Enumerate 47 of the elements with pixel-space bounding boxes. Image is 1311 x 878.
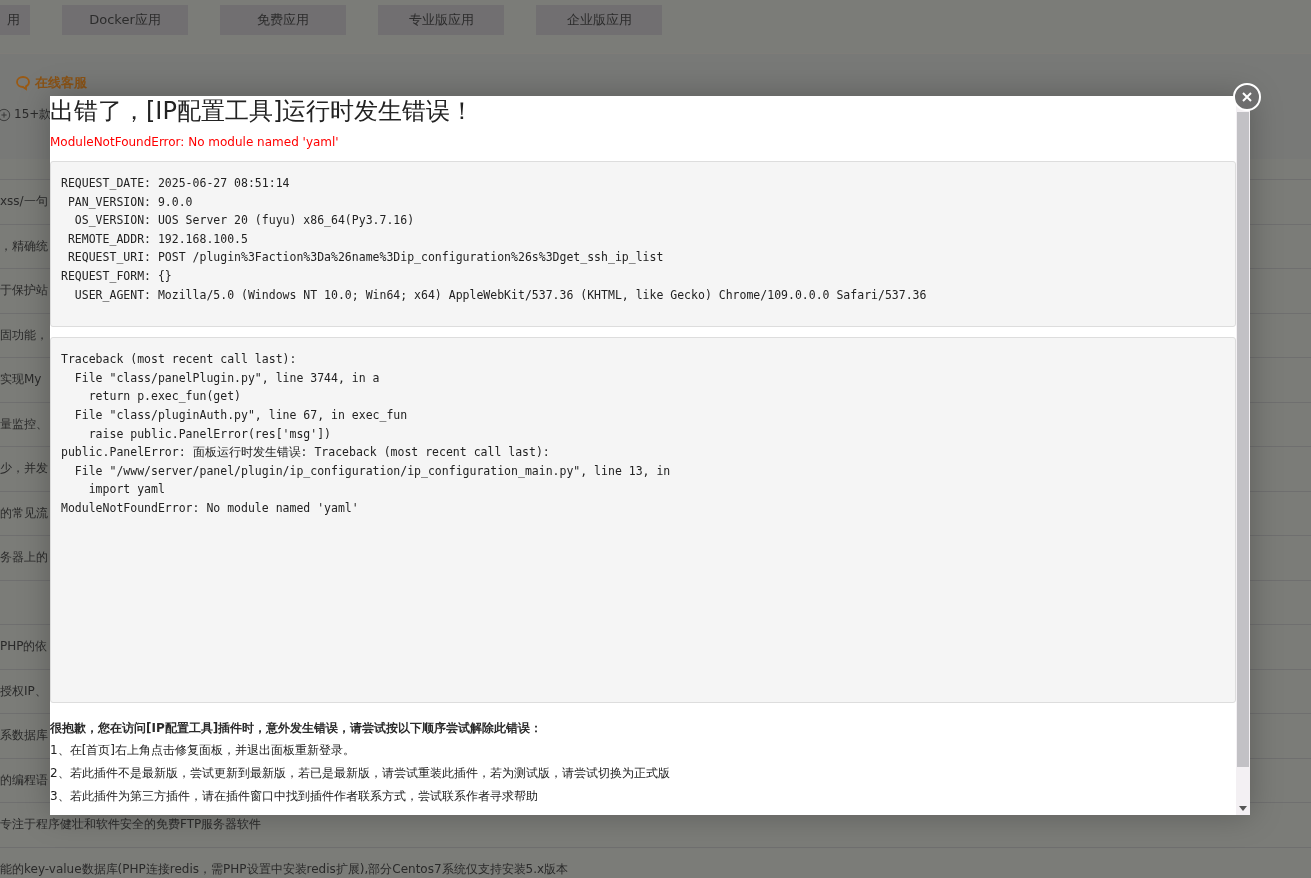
code-line: import yaml bbox=[87, 481, 166, 499]
plugin-description: 务器上的 bbox=[0, 549, 48, 567]
plugin-description: 能的key-value数据库(PHP连接redis，需PHP设置中安装redis扩展),部分Centos7系统仅支持安装5.x版本 bbox=[0, 860, 569, 878]
plugin-description: 授权IP、 bbox=[0, 682, 47, 700]
close-icon bbox=[1241, 91, 1253, 103]
plugin-description: 量监控、 bbox=[0, 415, 48, 433]
plugin-description: PHP的依 bbox=[0, 638, 48, 656]
code-line: REMOTE_ADDR: 192.168.100.5 bbox=[66, 230, 249, 248]
plugin-description: 系数据库 bbox=[0, 727, 48, 745]
plugin-description: 少，并发 bbox=[0, 460, 48, 478]
plugin-description: 的常见流 bbox=[0, 504, 48, 522]
category-tab[interactable]: 用 bbox=[0, 5, 30, 35]
plugin-description: xss/一句 bbox=[0, 193, 48, 211]
scrollbar-thumb[interactable] bbox=[1237, 112, 1249, 767]
help-heading: 很抱歉，您在访问[IP配置工具]插件时，意外发生错误，请尝试按以下顺序尝试解除此错误： bbox=[50, 720, 544, 738]
category-tab[interactable]: Docker应用 bbox=[62, 5, 188, 35]
code-line: raise public.PanelError(res['msg']) bbox=[87, 425, 333, 443]
dialog-title: 出错了，[IP配置工具]运行时发生错误！ bbox=[50, 96, 476, 126]
help-step: 2、若此插件不是最新版，尝试更新到最新版，若已是最新版，请尝试重装此插件，若为测试版，请尝试切换为正式版 bbox=[50, 762, 1236, 786]
code-line: REQUEST_DATE: 2025-06-27 08:51:14 bbox=[61, 175, 291, 192]
code-line: REQUEST_FORM: {} bbox=[61, 267, 173, 285]
plugin-description: 实现My bbox=[0, 371, 42, 389]
plugin-description: 固功能， bbox=[0, 326, 48, 344]
scroll-down-arrow-icon[interactable] bbox=[1239, 806, 1247, 811]
feature-count-text: 15+款 bbox=[14, 107, 52, 121]
help-step: 3、若此插件为第三方插件，请在插件窗口中找到插件作者联系方式，尝试联系作者寻求帮助 bbox=[50, 785, 1236, 809]
code-line: OS_VERSION: UOS Server 20 (fuyu) x86_64(Py3.7.16) bbox=[73, 212, 416, 230]
plugin-description: ，精确统 bbox=[0, 237, 48, 255]
code-line: ModuleNotFoundError: No module named 'yaml' bbox=[61, 499, 360, 517]
code-line: REQUEST_URI: POST /plugin%3Faction%3Da%26name%3Dip_configuration%26s%3Dget_ssh_ip_list bbox=[66, 249, 665, 267]
code-line: Traceback (most recent call last): bbox=[61, 351, 298, 369]
plugin-description: 的编程语 bbox=[0, 771, 48, 789]
category-tab[interactable]: 企业版应用 bbox=[536, 5, 662, 35]
code-line: File "class/pluginAuth.py", line 67, in exec_fun bbox=[73, 406, 409, 424]
plugin-description: 专注于程序健壮和软件安全的免费FTP服务器软件 bbox=[0, 816, 262, 834]
help-step: 1、在[首页]右上角点击修复面板，并退出面板重新登录。 bbox=[50, 739, 1236, 763]
error-message: ModuleNotFoundError: No module named 'yaml' bbox=[50, 135, 340, 149]
code-line: return p.exec_fun(get) bbox=[87, 388, 242, 406]
code-line: public.PanelError: 面板运行时发生错误: Traceback (most recent call last): bbox=[61, 444, 551, 462]
code-line: USER_AGENT: Mozilla/5.0 (Windows NT 10.0; Win64; x64) AppleWebKit/537.36 (KHTML, like Gecko) Chrome/109.0.0.0 Safari/537.36 bbox=[73, 286, 928, 304]
category-tab[interactable]: 专业版应用 bbox=[378, 5, 504, 35]
category-tab[interactable]: 免费应用 bbox=[220, 5, 346, 35]
plugin-description: 于保护站 bbox=[0, 282, 48, 300]
code-line: PAN_VERSION: 9.0.0 bbox=[66, 193, 194, 211]
code-line: File "class/panelPlugin.py", line 3744, in a bbox=[73, 369, 381, 387]
chat-bubble-icon bbox=[15, 75, 31, 91]
code-line: File "/www/server/panel/plugin/ip_configuration/ip_configuration_main.py", line 13, in bbox=[73, 462, 672, 480]
